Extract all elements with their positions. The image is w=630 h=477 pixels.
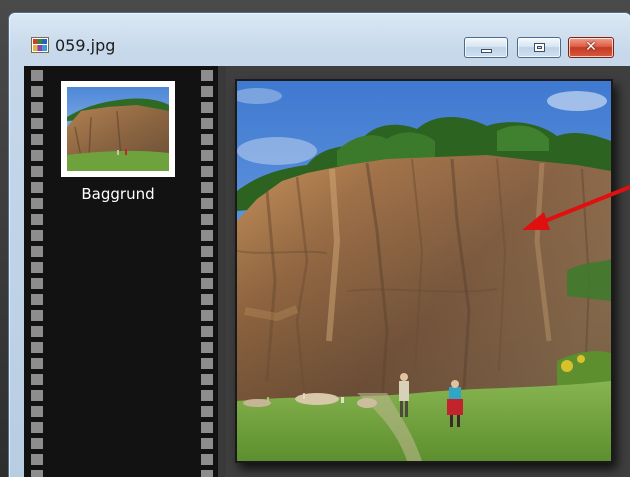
image-file-icon	[31, 37, 49, 53]
filmstrip-item[interactable]	[61, 81, 175, 177]
cliff-photo-thumbnail	[67, 87, 169, 171]
image-window: 059.jpg ✕ Baggrund	[8, 12, 630, 477]
close-button[interactable]: ✕	[568, 37, 614, 58]
maximize-icon	[534, 43, 545, 52]
image-preview-frame	[235, 79, 613, 463]
panel-divider[interactable]	[218, 66, 226, 477]
window-title: 059.jpg	[55, 36, 116, 55]
filmstrip-item-label: Baggrund	[81, 185, 155, 203]
filmstrip-perforation-left	[31, 70, 43, 477]
cliff-photo-preview[interactable]	[237, 81, 611, 461]
filmstrip-perforation-right	[201, 70, 213, 477]
maximize-button[interactable]	[517, 37, 561, 58]
client-area: Baggrund	[24, 66, 630, 477]
close-icon: ✕	[585, 39, 597, 55]
minimize-icon	[481, 49, 492, 53]
minimize-button[interactable]	[464, 37, 508, 58]
filmstrip-panel: Baggrund	[24, 66, 218, 477]
title-bar[interactable]: 059.jpg ✕	[9, 13, 630, 58]
screenshot: 059.jpg ✕ Baggrund	[0, 0, 630, 477]
